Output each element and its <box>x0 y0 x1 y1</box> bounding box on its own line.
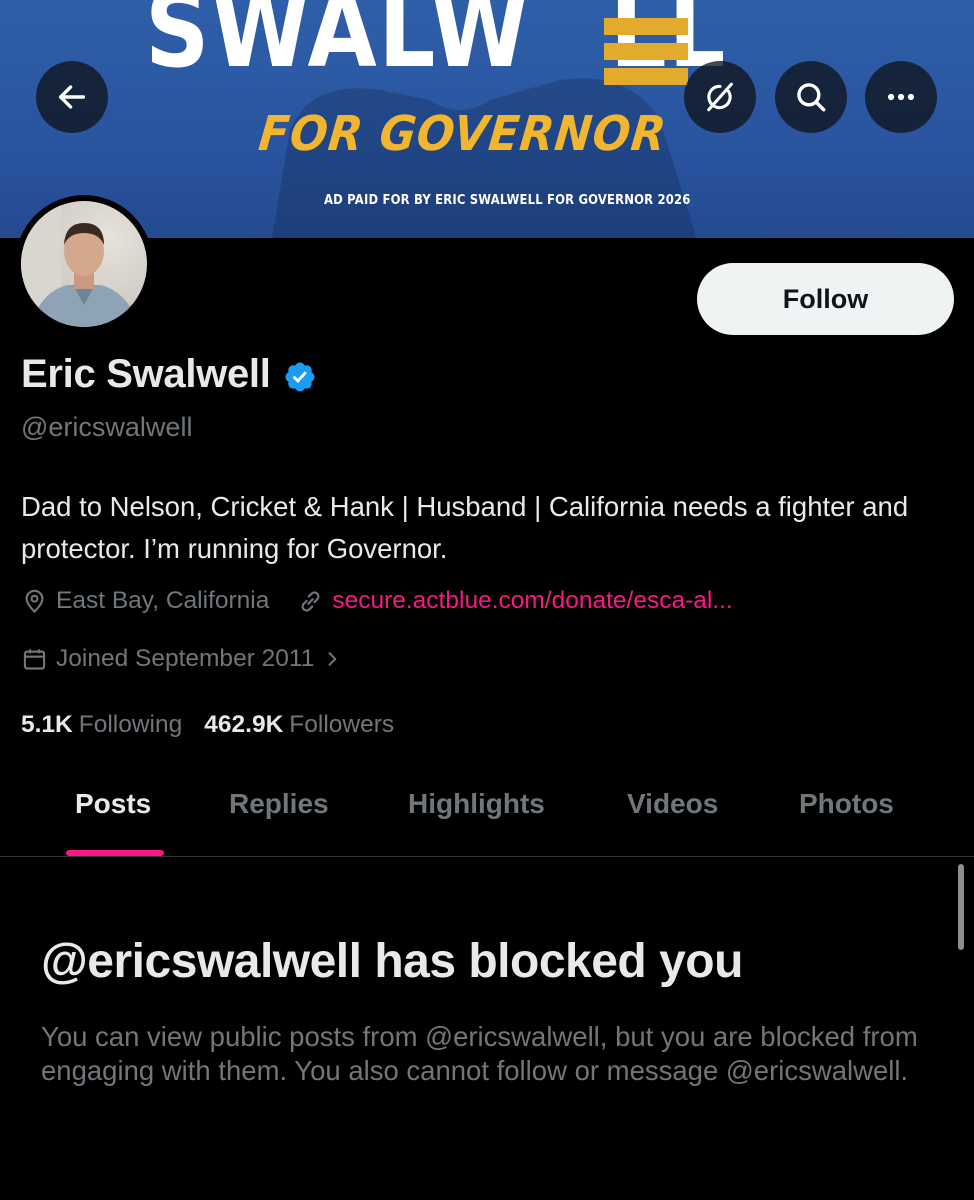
grok-slash-icon <box>707 82 733 112</box>
calendar-icon <box>23 648 46 670</box>
scrollbar[interactable] <box>958 864 964 950</box>
profile-meta-location-link: East Bay, California secure.actblue.com/… <box>21 587 733 615</box>
link-icon <box>301 590 320 612</box>
location-pin-icon <box>25 589 44 613</box>
blocked-title: @ericswalwell has blocked you <box>41 935 743 988</box>
following-count: 5.1K <box>21 711 73 738</box>
banner-stripes <box>604 18 688 88</box>
followers-count: 462.9K <box>204 711 284 738</box>
profile-location: East Bay, California <box>56 587 270 614</box>
profile-stats: 5.1K Following 462.9K Followers <box>21 711 416 739</box>
followers-label: Followers <box>289 711 395 738</box>
back-button[interactable] <box>36 61 108 133</box>
profile-joined-row[interactable]: Joined September 2011 <box>21 645 342 673</box>
follow-button[interactable]: Follow <box>697 263 954 335</box>
display-name: Eric Swalwell <box>21 352 271 396</box>
search-button[interactable] <box>775 61 847 133</box>
profile-joined-date: Joined September 2011 <box>56 645 315 672</box>
profile-tabs: Posts Replies Highlights Videos Photos <box>0 770 974 857</box>
avatar-image <box>21 201 147 327</box>
more-dots-icon <box>887 93 915 101</box>
banner-disclaimer: AD PAID FOR BY ERIC SWALWELL FOR GOVERNO… <box>324 192 691 208</box>
profile-website-link[interactable]: secure.actblue.com/donate/esca-al... <box>332 587 732 615</box>
following-stat[interactable]: 5.1K Following <box>21 711 182 739</box>
active-tab-indicator <box>66 850 164 856</box>
tab-replies[interactable]: Replies <box>229 788 329 820</box>
banner-subtitle: FOR GOVERNOR <box>256 106 670 162</box>
profile-name-row: Eric Swalwell <box>21 352 317 397</box>
blocked-description: You can view public posts from @ericswal… <box>41 1021 918 1086</box>
tab-videos[interactable]: Videos <box>627 788 718 820</box>
chevron-right-icon <box>328 652 337 666</box>
following-label: Following <box>78 711 183 738</box>
avatar[interactable] <box>15 195 153 333</box>
tab-photos[interactable]: Photos <box>799 788 894 820</box>
tab-highlights[interactable]: Highlights <box>408 788 545 820</box>
search-icon <box>797 83 826 112</box>
profile-bio: Dad to Nelson, Cricket & Hank | Husband … <box>21 491 909 564</box>
arrow-left-icon <box>58 85 86 109</box>
tab-posts[interactable]: Posts <box>75 788 151 820</box>
profile-handle: @ericswalwell <box>21 412 193 442</box>
verified-badge-icon[interactable] <box>283 360 317 394</box>
followers-stat[interactable]: 462.9K Followers <box>204 711 394 739</box>
more-options-button[interactable] <box>865 61 937 133</box>
grok-button[interactable] <box>684 61 756 133</box>
